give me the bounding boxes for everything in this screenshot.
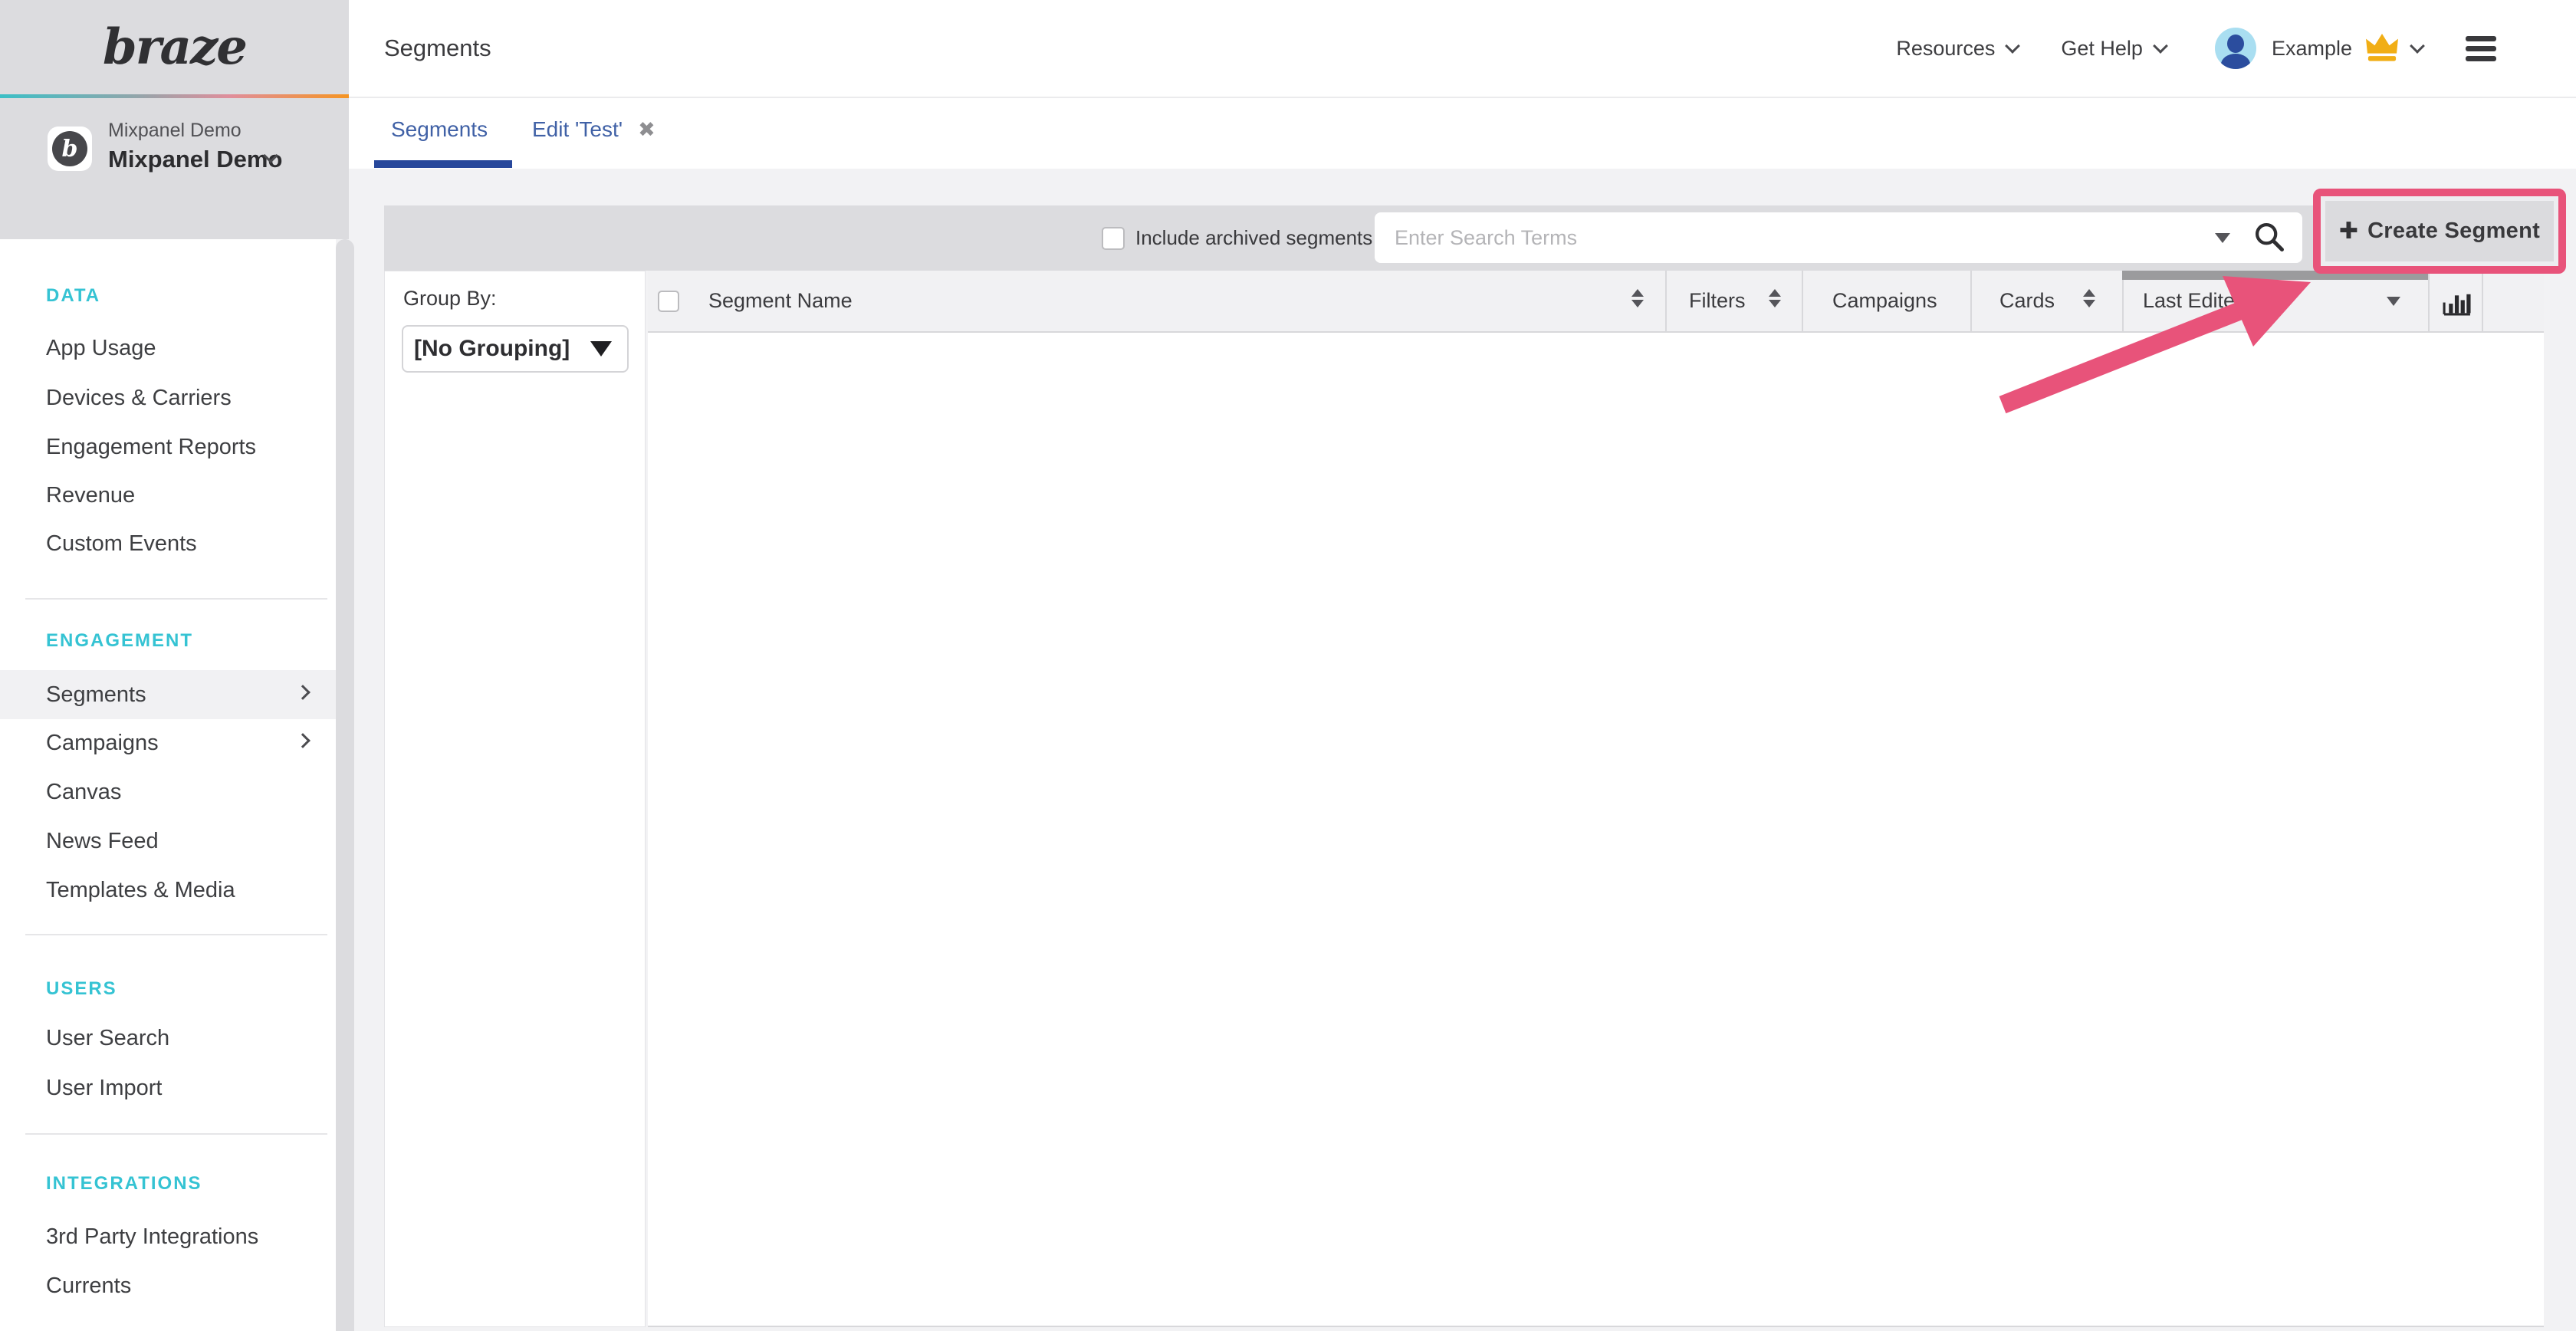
search-input[interactable] [1375,212,2302,263]
column-cards[interactable]: Cards [1999,271,2055,331]
sidebar-divider [25,934,327,935]
sidebar-scrollbar[interactable] [336,239,354,1331]
workspace-logo-icon: b [52,131,87,166]
create-segment-button[interactable]: ✚ Create Segment [2325,201,2554,261]
chevron-right-icon [295,733,310,748]
tab-edit-test[interactable]: Edit 'Test' ✖ [532,98,656,161]
sidebar-item-engagement-reports[interactable]: Engagement Reports [0,422,336,472]
user-avatar[interactable] [2215,28,2256,69]
annotation-highlight-box: ✚ Create Segment [2313,189,2566,274]
sidebar-item-canvas[interactable]: Canvas [0,767,336,817]
sidebar-item-user-import[interactable]: User Import [0,1063,336,1112]
sidebar-item-segments[interactable]: Segments [0,670,336,719]
column-campaigns[interactable]: Campaigns [1832,271,1937,331]
segments-table-body [648,333,2544,1327]
include-archived-label: Include archived segments [1135,205,1372,271]
section-users: USERS [46,970,117,1008]
segments-table-header: Segment Name Filters Campaigns Cards Las… [648,271,2544,333]
top-nav-right: Resources Get Help Example [1896,0,2496,97]
dropdown-caret-icon [590,341,612,357]
braze-dashboard: Segments Resources Get Help Example Segm… [0,0,2576,1331]
sidebar-item-app-usage[interactable]: App Usage [0,324,336,373]
close-icon[interactable]: ✖ [638,118,656,142]
group-by-label: Group By: [403,287,497,311]
crown-icon [2364,33,2400,64]
sidebar-item-templates-media[interactable]: Templates & Media [0,866,336,915]
chevron-down-icon [2005,38,2020,54]
group-by-dropdown[interactable]: [No Grouping] [402,325,629,373]
plus-icon: ✚ [2339,218,2358,245]
resources-menu[interactable]: Resources [1896,37,1995,61]
active-tab-underline [374,160,512,168]
sort-icon[interactable] [2083,289,2095,307]
section-engagement: ENGAGEMENT [46,622,193,660]
sidebar-divider [25,598,327,600]
workspace-logo-tile: b [48,127,92,171]
column-segment-name[interactable]: Segment Name [708,271,853,331]
sidebar-item-devices-carriers[interactable]: Devices & Carriers [0,373,336,422]
avatar-body-icon [2221,54,2250,69]
search-icon[interactable] [2252,219,2287,255]
chevron-down-icon [2153,38,2168,54]
column-last-edited[interactable]: Last Edited [2143,271,2246,331]
menu-icon[interactable] [2466,36,2496,61]
braze-logo[interactable]: braze [103,18,246,76]
tab-bar: Segments Edit 'Test' ✖ [347,98,2576,169]
chevron-right-icon [295,685,310,700]
company-name: Mixpanel Demo [108,120,242,142]
workspace-switcher[interactable]: b Mixpanel Demo Mixpanel Demo [0,98,349,239]
get-help-menu[interactable]: Get Help [2061,37,2143,61]
sort-icon[interactable] [1631,289,1644,307]
sidebar-logo-block: braze [0,0,349,94]
search-dropdown-caret-icon[interactable] [2215,233,2230,243]
avatar-head-icon [2227,35,2244,53]
include-archived-checkbox[interactable] [1102,227,1125,250]
group-by-value: [No Grouping] [414,336,570,362]
sidebar-item-custom-events[interactable]: Custom Events [0,519,336,568]
tab-segments[interactable]: Segments [391,98,488,161]
last-edited-caret-icon[interactable] [2387,297,2400,306]
sidebar-item-campaigns[interactable]: Campaigns [0,718,336,767]
section-data: DATA [46,277,100,315]
sidebar-item-revenue[interactable]: Revenue [0,471,336,520]
page-title: Segments [384,0,491,97]
chart-icon[interactable] [2442,286,2472,317]
section-integrations: INTEGRATIONS [46,1165,202,1203]
sort-icon[interactable] [1769,289,1781,307]
user-name[interactable]: Example [2272,37,2352,61]
app-group-name: Mixpanel Demo [108,146,282,173]
segments-toolbar: Include archived segments [384,205,2544,271]
sidebar-nav: DATA App Usage Devices & Carriers Engage… [0,239,336,1331]
sidebar-item-news-feed[interactable]: News Feed [0,817,336,866]
sidebar-item-3rd-party-integrations[interactable]: 3rd Party Integrations [0,1212,336,1261]
sidebar-item-currents[interactable]: Currents [0,1261,336,1310]
column-filters[interactable]: Filters [1689,271,1746,331]
sidebar-divider [25,1133,327,1135]
sidebar-item-user-search[interactable]: User Search [0,1014,336,1063]
select-all-checkbox[interactable] [658,291,679,312]
group-by-panel: Group By: [No Grouping] [384,271,646,1327]
chevron-down-icon [2410,38,2425,54]
